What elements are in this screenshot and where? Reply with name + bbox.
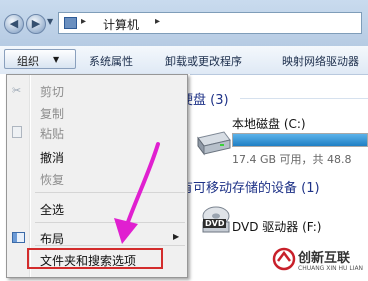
organize-label: 组织 xyxy=(17,55,39,68)
address-bar[interactable]: ▸ 计算机 ▸ xyxy=(58,12,362,34)
computer-icon xyxy=(64,17,77,29)
menu-item-select-all[interactable]: 全选 xyxy=(40,201,64,218)
divider xyxy=(240,98,368,99)
layout-icon xyxy=(12,232,25,243)
command-bar: 组织 ▼ 系统属性 卸载或更改程序 映射网络驱动器 xyxy=(0,46,368,75)
breadcrumb-computer[interactable]: 计算机 xyxy=(103,16,139,33)
menu-item-redo[interactable]: 恢复 xyxy=(40,171,64,188)
submenu-arrow-icon: ▶ xyxy=(173,232,180,241)
scissors-icon: ✂ xyxy=(12,84,22,97)
menu-item-undo[interactable]: 撤消 xyxy=(40,149,64,166)
disk-free-space: 17.4 GB 可用，共 48.8 xyxy=(232,153,352,166)
forward-button[interactable]: ▶ xyxy=(26,14,46,34)
highlight-box xyxy=(27,248,163,269)
brand-logo-icon xyxy=(272,247,296,271)
pointer-arrow xyxy=(114,142,160,244)
local-disk-label[interactable]: 本地磁盘 (C:) xyxy=(232,115,306,132)
disk-usage-fill xyxy=(233,134,367,146)
watermark-logo: 创新互联 CHUANG XIN HU LIAN xyxy=(270,245,368,281)
removable-devices-header[interactable]: 有可移动存储的设备 (1) xyxy=(180,177,320,196)
title-bar: ◀ ▶ ▼ ▸ 计算机 ▸ xyxy=(0,0,368,46)
menu-item-copy[interactable]: 复制 xyxy=(40,105,64,122)
hard-disk-icon xyxy=(194,126,232,158)
disk-usage-bar xyxy=(232,133,368,147)
system-properties-button[interactable]: 系统属性 xyxy=(89,53,133,69)
back-button[interactable]: ◀ xyxy=(4,14,24,34)
map-network-drive-button[interactable]: 映射网络驱动器 xyxy=(282,53,359,69)
watermark-subtext: CHUANG XIN HU LIAN xyxy=(298,265,364,272)
organize-button[interactable]: 组织 ▼ xyxy=(4,49,76,69)
dvd-drive-label[interactable]: DVD 驱动器 (F:) xyxy=(232,218,322,235)
dvd-drive-icon: DVD xyxy=(200,204,232,238)
chevron-down-icon: ▼ xyxy=(53,55,60,64)
dvd-badge: DVD xyxy=(203,219,227,228)
breadcrumb-separator[interactable]: ▸ xyxy=(81,16,86,27)
history-dropdown-icon[interactable]: ▼ xyxy=(47,17,53,26)
watermark-text: 创新互联 xyxy=(298,251,351,266)
uninstall-program-button[interactable]: 卸载或更改程序 xyxy=(165,53,242,69)
paste-icon xyxy=(12,126,22,138)
menu-item-paste[interactable]: 粘贴 xyxy=(40,125,64,142)
menu-icon-strip xyxy=(29,75,31,277)
menu-item-cut[interactable]: 剪切 xyxy=(40,83,64,100)
breadcrumb-separator[interactable]: ▸ xyxy=(155,16,160,27)
